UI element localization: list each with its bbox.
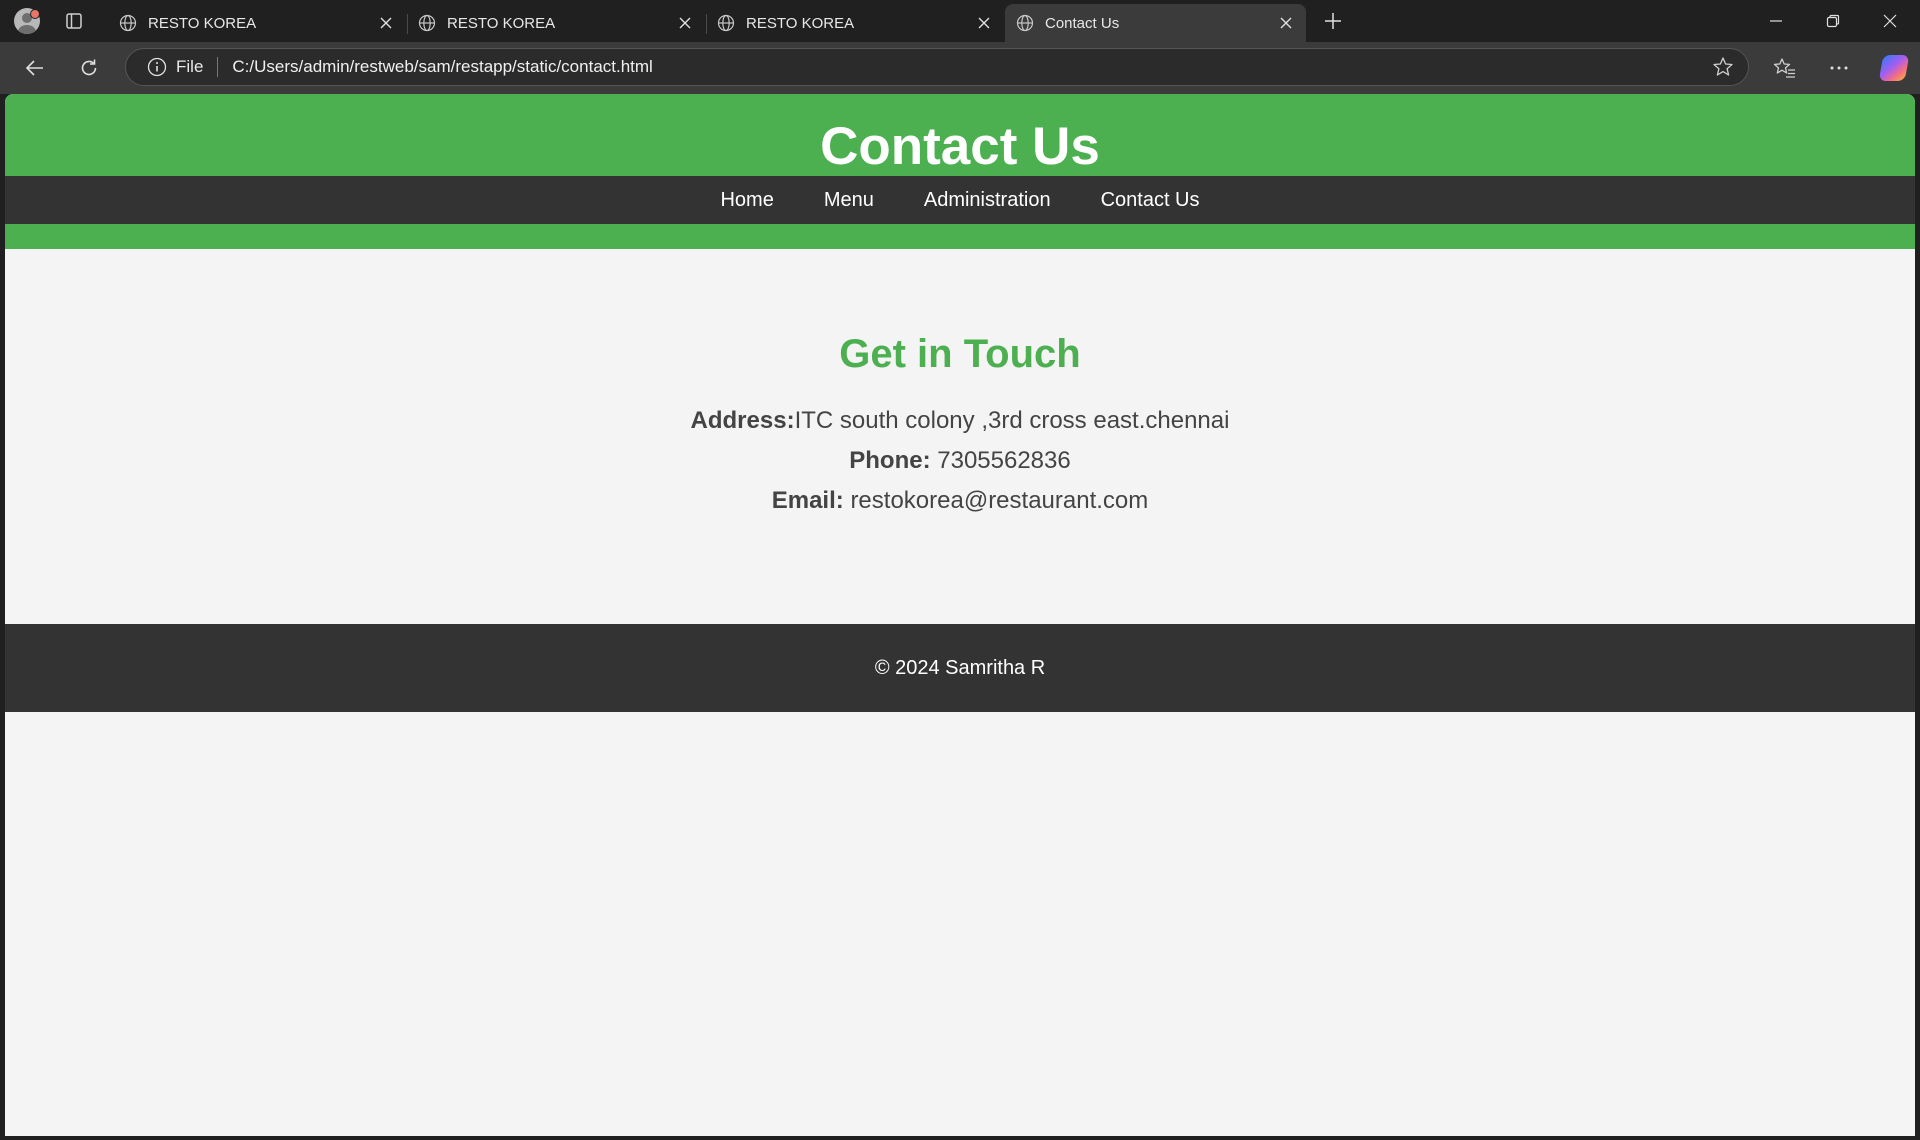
site-footer: © 2024 Samritha R xyxy=(5,624,1915,712)
globe-icon xyxy=(417,13,437,33)
globe-icon xyxy=(716,13,736,33)
more-icon[interactable] xyxy=(1822,52,1856,84)
minimize-icon[interactable] xyxy=(1748,0,1804,42)
tab-title: RESTO KOREA xyxy=(148,14,257,32)
browser-tab[interactable]: RESTO KOREA xyxy=(407,4,707,42)
close-icon[interactable] xyxy=(1272,9,1300,37)
close-icon[interactable] xyxy=(671,9,699,37)
main-nav: Home Menu Administration Contact Us xyxy=(5,176,1915,224)
tab-actions-icon[interactable] xyxy=(60,9,88,33)
notification-dot xyxy=(30,9,40,19)
globe-icon xyxy=(118,13,138,33)
contact-section: Get in Touch Address:ITC south colony ,3… xyxy=(5,329,1915,521)
nav-link-home[interactable]: Home xyxy=(720,189,773,212)
phone-line: Phone: 7305562836 xyxy=(5,441,1915,481)
new-tab-icon[interactable] xyxy=(1318,6,1348,36)
nav-link-contact-us[interactable]: Contact Us xyxy=(1101,189,1200,212)
browser-tab[interactable]: RESTO KOREA xyxy=(108,4,408,42)
tab-title: Contact Us xyxy=(1045,14,1120,32)
contact-heading: Get in Touch xyxy=(839,332,1081,376)
page-viewport: Contact Us Home Menu Administration Cont… xyxy=(5,94,1915,1136)
browser-toolbar: File C:/Users/admin/restweb/sam/restapp/… xyxy=(0,42,1920,94)
page-title: Contact Us xyxy=(820,117,1100,176)
restore-icon[interactable] xyxy=(1805,0,1861,42)
email-label: Email: xyxy=(771,487,844,514)
email-line: Email: restokorea@restaurant.com xyxy=(5,481,1915,521)
globe-icon xyxy=(1015,13,1035,33)
address-label: Address: xyxy=(690,407,795,434)
address-line: Address:ITC south colony ,3rd cross east… xyxy=(5,401,1915,441)
phone-label: Phone: xyxy=(849,447,931,474)
email-value: restokorea@restaurant.com xyxy=(850,487,1149,514)
close-icon[interactable] xyxy=(970,9,998,37)
nav-link-menu[interactable]: Menu xyxy=(824,189,874,212)
phone-value: 7305562836 xyxy=(937,447,1071,474)
window-close-icon[interactable] xyxy=(1862,0,1918,42)
info-icon[interactable] xyxy=(146,56,168,78)
url-text[interactable]: C:/Users/admin/restweb/sam/restapp/stati… xyxy=(232,57,1708,77)
star-icon[interactable] xyxy=(1708,52,1738,82)
footer-copyright: © 2024 Samritha R xyxy=(874,656,1046,679)
address-bar[interactable]: File C:/Users/admin/restweb/sam/restapp/… xyxy=(125,48,1749,86)
copilot-icon[interactable] xyxy=(1877,52,1911,84)
browser-tab-active[interactable]: Contact Us xyxy=(1005,4,1306,42)
nav-link-administration[interactable]: Administration xyxy=(924,189,1051,212)
address-value: ITC south colony ,3rd cross east.chennai xyxy=(794,407,1230,434)
browser-tab[interactable]: RESTO KOREA xyxy=(706,4,1006,42)
close-icon[interactable] xyxy=(372,9,400,37)
tab-title: RESTO KOREA xyxy=(746,14,855,32)
favorites-icon[interactable] xyxy=(1768,52,1802,84)
back-icon[interactable] xyxy=(18,52,52,84)
tab-strip: RESTO KOREA RESTO KOREA RESTO KOREA Cont… xyxy=(0,0,1920,42)
tab-title: RESTO KOREA xyxy=(447,14,556,32)
site-header: Contact Us Home Menu Administration Cont… xyxy=(5,94,1915,249)
profile-avatar[interactable] xyxy=(11,6,43,36)
reload-icon[interactable] xyxy=(72,52,106,84)
address-separator xyxy=(217,57,219,77)
url-scheme: File xyxy=(176,57,204,76)
